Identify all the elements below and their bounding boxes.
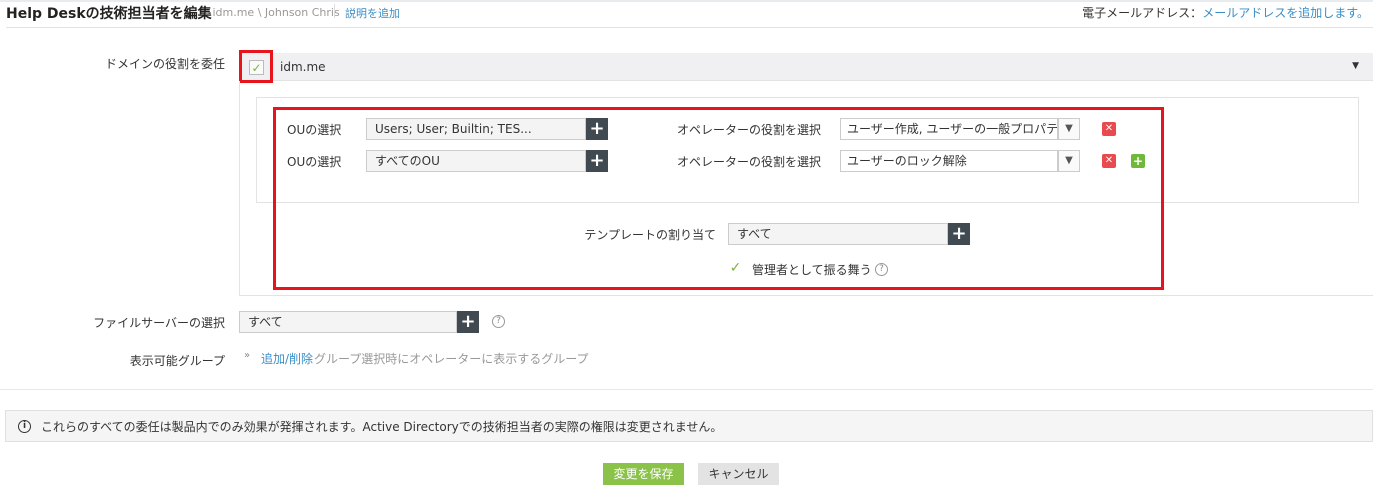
info-text: これらのすべての委任は製品内でのみ効果が発揮されます。Active Direct…	[41, 419, 723, 434]
domain-checkbox[interactable]: ✓	[249, 60, 264, 75]
divider	[334, 4, 335, 18]
visible-groups-hint: グループ選択時にオペレーターに表示するグループ	[314, 352, 589, 366]
save-button[interactable]: 変更を保存	[603, 463, 684, 485]
add-remove-groups-link[interactable]: 追加/削除	[261, 350, 313, 367]
section-divider	[0, 389, 1373, 390]
top-border	[0, 0, 1373, 2]
domain-name: idm.me	[280, 60, 326, 74]
cancel-button[interactable]: キャンセル	[698, 463, 779, 485]
check-icon: ✓	[251, 60, 262, 75]
domain-bar[interactable]: idm.me ▼	[239, 53, 1373, 81]
double-chevron-down-icon[interactable]: »	[244, 350, 250, 361]
file-server-label: ファイルサーバーの選択	[93, 316, 225, 330]
file-server-input[interactable]: すべて	[239, 311, 457, 333]
header-divider	[6, 27, 1373, 28]
info-banner: i これらのすべての委任は製品内でのみ効果が発揮されます。Active Direc…	[5, 410, 1373, 442]
caret-down-icon[interactable]: ▼	[1352, 61, 1359, 71]
email-info: 電子メールアドレス：メールアドレスを追加します。	[1082, 4, 1369, 21]
add-email-link[interactable]: メールアドレスを追加します。	[1202, 6, 1369, 20]
highlight-box	[273, 107, 1164, 290]
add-file-server-button[interactable]: +	[457, 311, 479, 333]
add-description-link[interactable]: 説明を追加	[345, 5, 400, 21]
page-title: Help Deskの技術担当者を編集	[6, 6, 212, 22]
domain-delegate-label: ドメインの役割を委任	[104, 57, 225, 71]
info-icon: i	[18, 419, 31, 433]
visible-groups-label: 表示可能グループ	[129, 354, 225, 368]
email-label: 電子メールアドレス：	[1082, 6, 1203, 20]
help-icon[interactable]: ?	[492, 315, 505, 328]
breadcrumb: - idm.me \ Johnson Chris	[205, 6, 340, 19]
